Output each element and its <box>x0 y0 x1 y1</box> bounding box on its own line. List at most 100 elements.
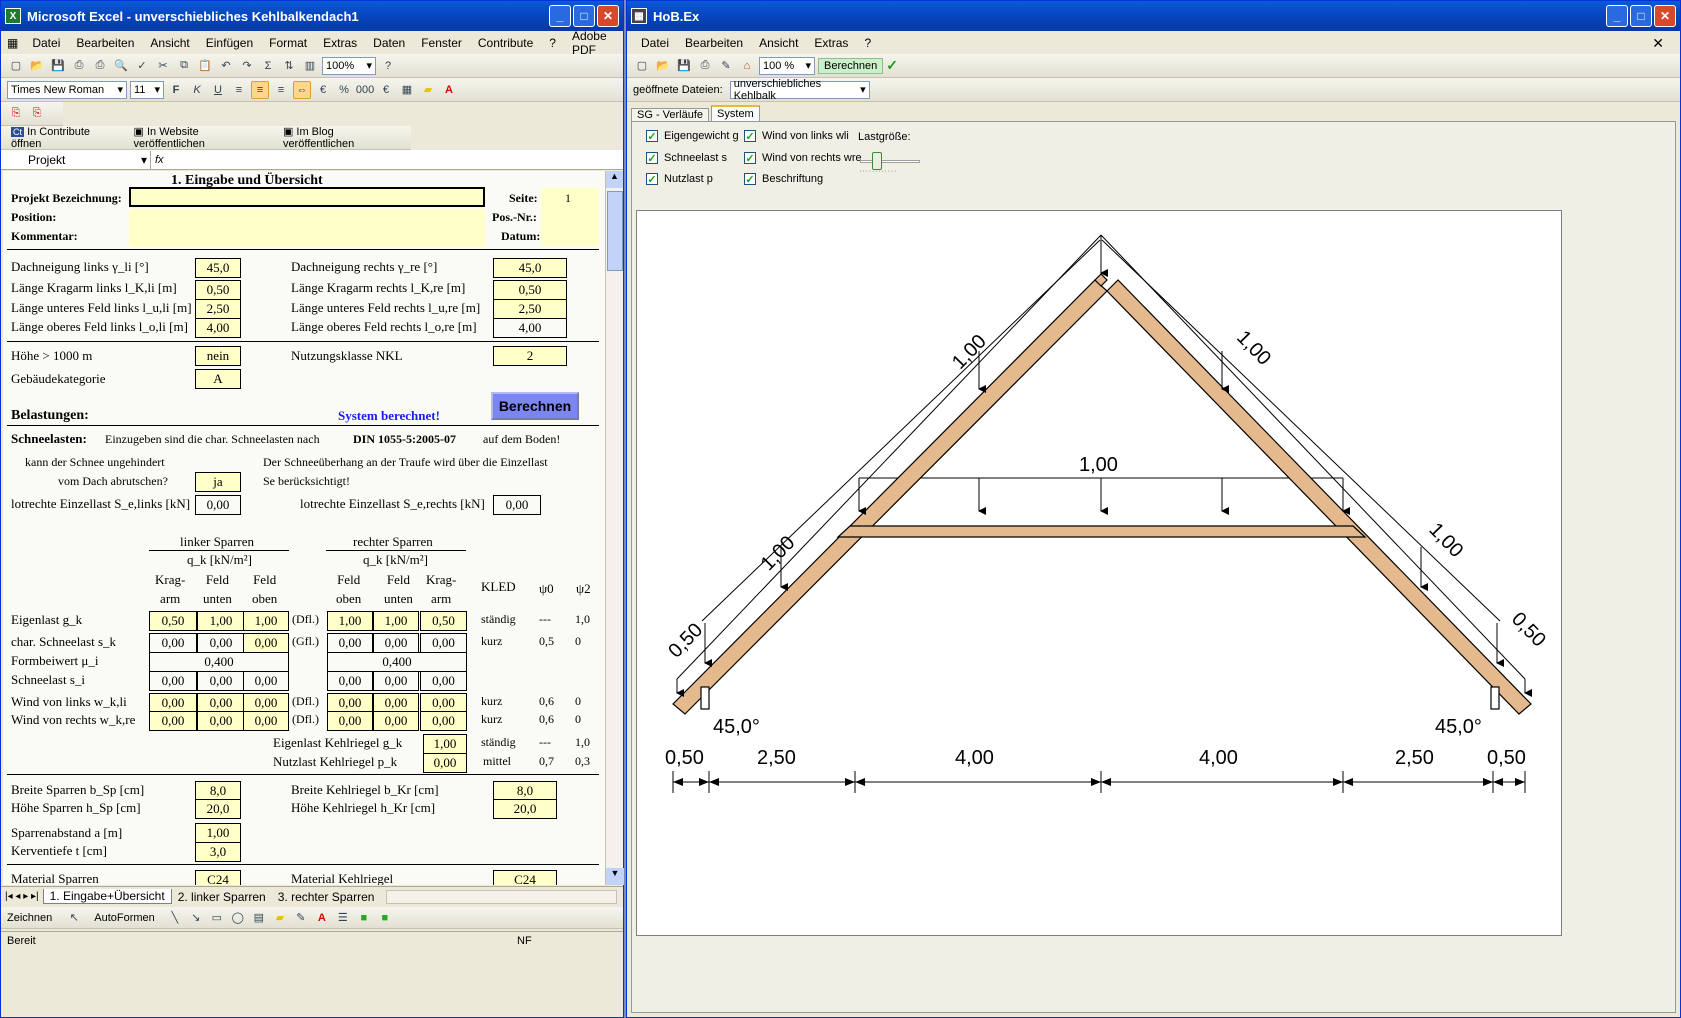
currency-icon[interactable]: € <box>314 81 332 99</box>
krag-links-input[interactable]: 0,50 <box>195 280 241 300</box>
kehl-eigen-input[interactable]: 1,00 <box>423 734 467 754</box>
house-icon[interactable]: ⌂ <box>738 57 756 75</box>
tab-eingabe[interactable]: 1. Eingabe+Übersicht <box>42 889 172 904</box>
row-value-right[interactable]: 0,00 <box>373 711 419 731</box>
menu-ansicht[interactable]: Ansicht <box>142 36 197 50</box>
print-icon[interactable]: ⎙ <box>91 57 109 75</box>
euro-icon[interactable]: € <box>377 81 395 99</box>
pointer-icon[interactable]: ↖ <box>65 909 83 927</box>
berechnen-button[interactable]: Berechnen <box>818 57 884 74</box>
slider-thumb[interactable] <box>872 152 882 170</box>
unt-rechts-input[interactable]: 2,50 <box>493 299 567 319</box>
scroll-thumb[interactable] <box>607 191 623 271</box>
maximize-button[interactable]: □ <box>1630 5 1652 27</box>
check-wind-rechts[interactable]: ✓ Wind von rechts wre <box>744 152 862 165</box>
menu-daten[interactable]: Daten <box>365 36 413 50</box>
kehl-nutz-input[interactable]: 0,00 <box>423 753 467 773</box>
3d-icon[interactable]: ■ <box>376 909 394 927</box>
row-value-left[interactable]: 0,00 <box>149 693 197 713</box>
row-value-left[interactable]: 0,50 <box>149 611 197 631</box>
save-icon[interactable]: 💾 <box>49 57 67 75</box>
open-icon[interactable]: 📂 <box>28 57 46 75</box>
row-value-right[interactable]: 1,00 <box>327 611 373 631</box>
formula-input[interactable] <box>164 151 623 169</box>
open-icon[interactable]: 📂 <box>654 57 672 75</box>
vertical-scrollbar[interactable]: ▲ ▼ <box>605 171 624 885</box>
menu-extras[interactable]: Extras <box>315 36 365 50</box>
close-doc-icon[interactable]: ✕ <box>1644 35 1672 52</box>
font-color-icon[interactable]: A <box>440 81 458 99</box>
preview-icon[interactable]: 🔍 <box>112 57 130 75</box>
berechnen-button[interactable]: Berechnen <box>491 392 579 420</box>
menu-datei[interactable]: Datei <box>627 36 677 50</box>
pdf-icon[interactable]: ⎙ <box>70 57 88 75</box>
dachneigung-links-input[interactable]: 45,0 <box>195 258 241 278</box>
tab-linker-sparren[interactable]: 2. linker Sparren <box>172 890 272 904</box>
row-value-left[interactable]: 1,00 <box>197 611 245 631</box>
mat-sp-input[interactable]: C24 <box>195 870 241 885</box>
pdf-mail-icon[interactable]: ⎘ <box>28 105 46 123</box>
check-schneelast[interactable]: ✓ Schneelast s <box>646 152 727 165</box>
menu-datei[interactable]: Datei <box>24 36 68 50</box>
save-icon[interactable]: 💾 <box>675 57 693 75</box>
autoformen-menu[interactable]: AutoFormen <box>86 912 163 924</box>
bold-icon[interactable]: F <box>167 81 185 99</box>
breite-sp-input[interactable]: 8,0 <box>195 781 241 801</box>
abrutschen-input[interactable]: ja <box>195 472 241 492</box>
sort-icon[interactable]: ⇅ <box>280 57 298 75</box>
menu-extras[interactable]: Extras <box>806 36 856 50</box>
gebkat-input[interactable]: A <box>195 369 241 389</box>
align-center-icon[interactable]: ≡ <box>251 80 269 99</box>
fill-color-icon[interactable]: ▰ <box>419 81 437 99</box>
undo-icon[interactable]: ↶ <box>217 57 235 75</box>
scroll-up-icon[interactable]: ▲ <box>606 171 623 188</box>
align-right-icon[interactable]: ≡ <box>272 81 290 99</box>
menu-format[interactable]: Format <box>261 36 315 50</box>
paste-icon[interactable]: 📋 <box>196 57 214 75</box>
row-value-right[interactable]: 1,00 <box>373 611 419 631</box>
borders-icon[interactable]: ▦ <box>398 81 416 99</box>
kerv-input[interactable]: 3,0 <box>195 842 241 862</box>
rectangle-icon[interactable]: ▭ <box>208 909 226 927</box>
projekt-input[interactable] <box>129 187 485 207</box>
worksheet[interactable]: 1. Eingabe und Übersicht Projekt Bezeich… <box>3 171 605 885</box>
excel-titlebar[interactable]: X Microsoft Excel - unverschiebliches Ke… <box>1 1 623 31</box>
close-button[interactable]: ✕ <box>597 5 619 27</box>
hoehe-input[interactable]: nein <box>195 346 241 366</box>
fx-icon[interactable]: fx <box>151 154 164 166</box>
new-icon[interactable]: ▢ <box>7 57 25 75</box>
position-input[interactable] <box>129 209 485 247</box>
menu-bearbeiten[interactable]: Bearbeiten <box>677 36 751 50</box>
nkl-input[interactable]: 2 <box>493 346 567 366</box>
breite-kr-input[interactable]: 8,0 <box>493 781 557 801</box>
ob-links-input[interactable]: 4,00 <box>195 318 241 338</box>
align-left-icon[interactable]: ≡ <box>230 81 248 99</box>
fill-icon[interactable]: ▰ <box>271 909 289 927</box>
line-icon[interactable]: ╲ <box>166 909 184 927</box>
arrow-icon[interactable]: ↘ <box>187 909 205 927</box>
scroll-down-icon[interactable]: ▼ <box>606 868 624 885</box>
tab-sg-verlaeufe[interactable]: SG - Verläufe <box>631 108 710 121</box>
font-select[interactable]: Times New Roman ▾ <box>7 80 127 99</box>
row-value-right[interactable]: 0,00 <box>420 693 467 713</box>
dachneigung-rechts-input[interactable]: 45,0 <box>493 258 567 278</box>
underline-icon[interactable]: U <box>209 81 227 99</box>
row-value-left[interactable]: 0,00 <box>243 711 289 731</box>
lastgroesse-slider[interactable]: '''''''''''' <box>860 152 920 177</box>
italic-icon[interactable]: K <box>188 81 206 99</box>
minimize-button[interactable]: _ <box>549 5 571 27</box>
check-eigengewicht[interactable]: ✓ Eigengewicht g <box>646 130 739 143</box>
row-value-right[interactable]: 0,00 <box>420 711 467 731</box>
row-value-right[interactable]: 0,50 <box>420 611 467 631</box>
hobex-titlebar[interactable]: ▦ HoB.Ex _ □ ✕ <box>627 1 1680 31</box>
edit-icon[interactable]: ✎ <box>717 57 735 75</box>
copy-icon[interactable]: ⧉ <box>175 57 193 75</box>
unt-links-input[interactable]: 2,50 <box>195 299 241 319</box>
menu-help[interactable]: ? <box>856 36 879 50</box>
check-beschriftung[interactable]: ✓ Beschriftung <box>744 173 823 186</box>
row-value-left[interactable]: 0,00 <box>243 693 289 713</box>
sum-icon[interactable]: Σ <box>259 57 277 75</box>
tab-rechter-sparren[interactable]: 3. rechter Sparren <box>272 890 381 904</box>
maximize-button[interactable]: □ <box>573 5 595 27</box>
menu-adobe-pdf[interactable]: Adobe PDF <box>564 29 623 57</box>
